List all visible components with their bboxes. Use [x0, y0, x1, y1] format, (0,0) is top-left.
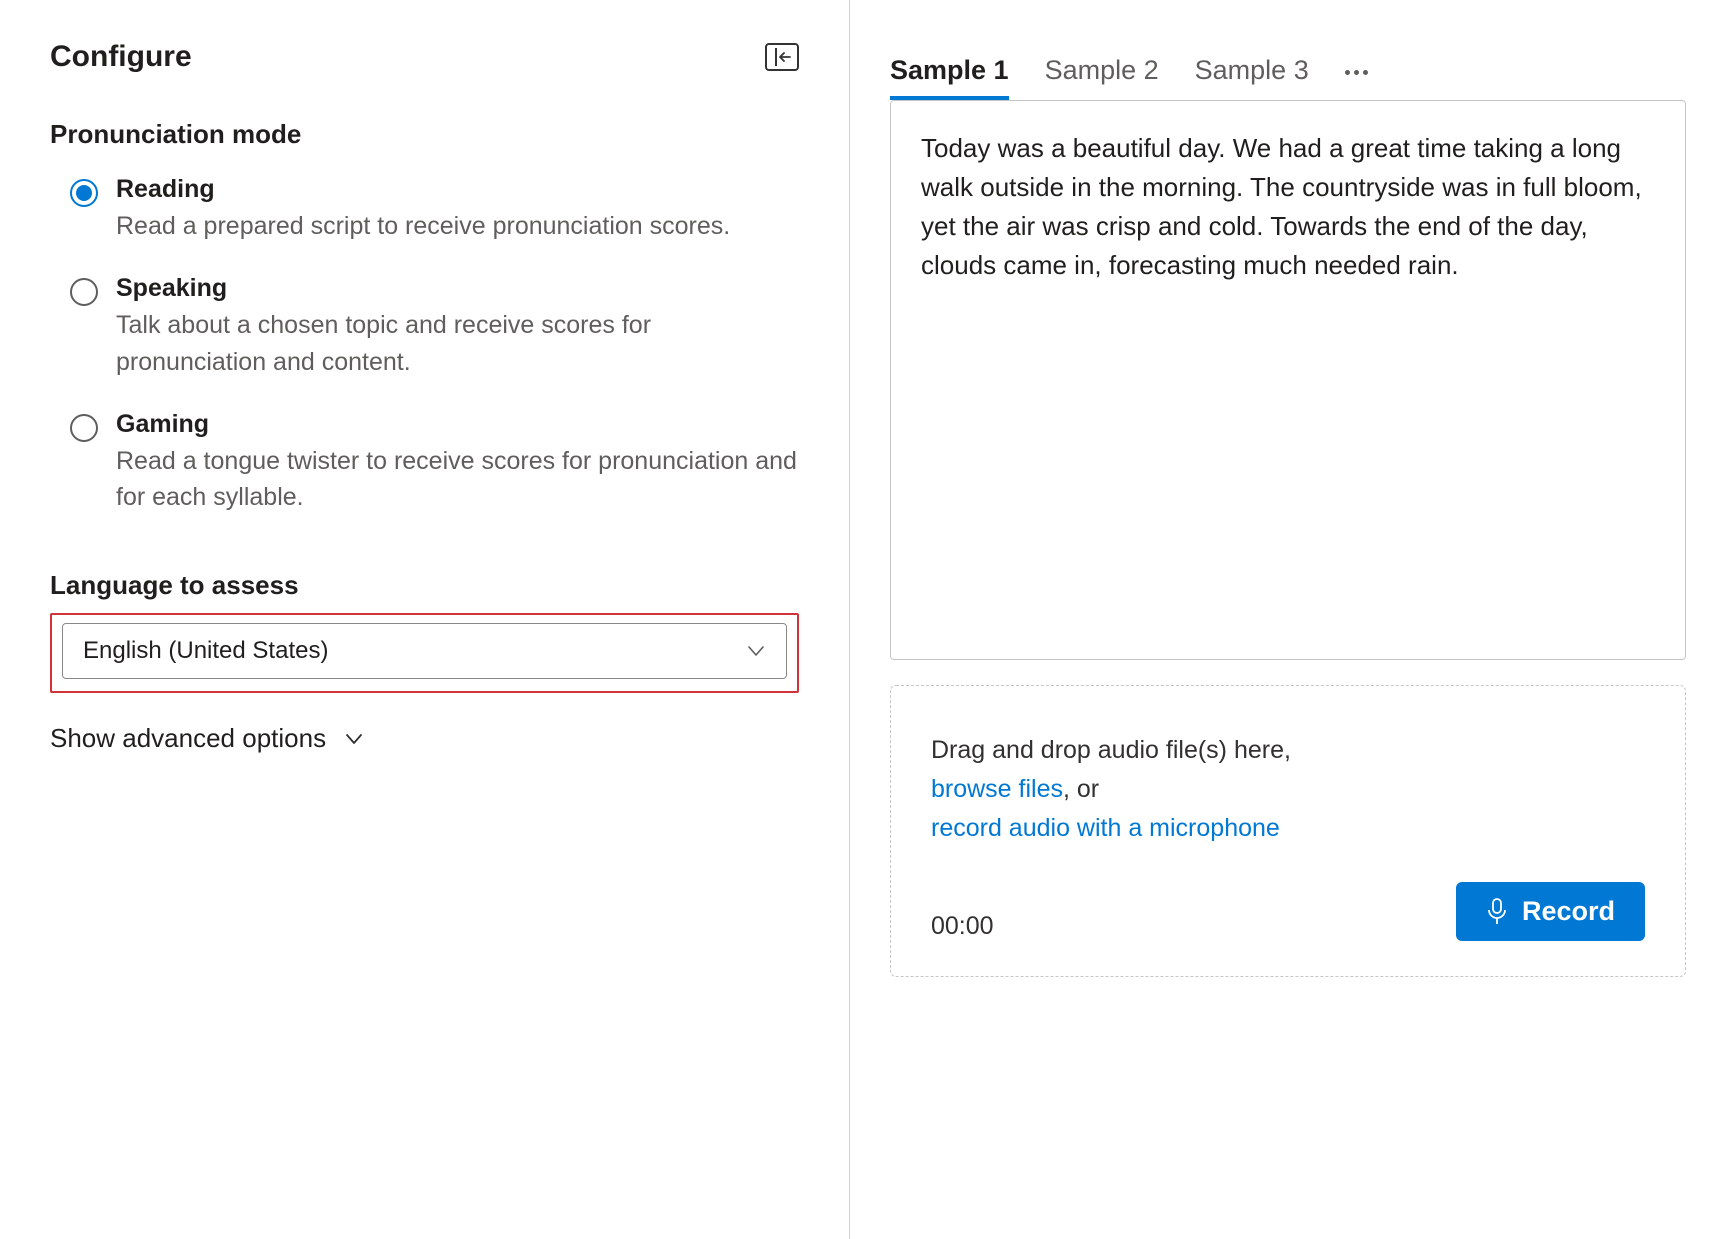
- language-label: Language to assess: [50, 570, 799, 601]
- sample-text-box[interactable]: Today was a beautiful day. We had a grea…: [890, 100, 1686, 660]
- upload-bottom-row: 00:00 Record: [931, 882, 1645, 941]
- radio-icon: [70, 414, 98, 442]
- browse-files-link[interactable]: browse files: [931, 775, 1063, 803]
- language-highlight-box: English (United States): [50, 613, 799, 693]
- sample-panel: Sample 1 Sample 2 Sample 3 Today was a b…: [850, 0, 1726, 1239]
- mode-speaking-desc: Talk about a chosen topic and receive sc…: [116, 307, 799, 380]
- mode-gaming-desc: Read a tongue twister to receive scores …: [116, 443, 799, 516]
- mode-gaming-label: Gaming: [116, 410, 799, 439]
- configure-title: Configure: [50, 40, 192, 74]
- chevron-down-icon: [746, 641, 766, 661]
- configure-panel: Configure Pronunciation mode Reading Rea…: [0, 0, 850, 1239]
- sample-tabs: Sample 1 Sample 2 Sample 3: [890, 55, 1686, 100]
- language-value: English (United States): [83, 637, 328, 665]
- record-audio-link[interactable]: record audio with a microphone: [931, 814, 1280, 842]
- tab-sample-3[interactable]: Sample 3: [1195, 55, 1309, 100]
- upload-prefix: Drag and drop audio file(s) here,: [931, 736, 1291, 764]
- tab-sample-1[interactable]: Sample 1: [890, 55, 1009, 100]
- collapse-panel-icon[interactable]: [765, 43, 799, 71]
- upload-mid: , or: [1063, 775, 1099, 803]
- configure-header: Configure: [50, 40, 799, 74]
- mode-reading[interactable]: Reading Read a prepared script to receiv…: [70, 175, 799, 244]
- mode-speaking[interactable]: Speaking Talk about a chosen topic and r…: [70, 274, 799, 380]
- microphone-icon: [1486, 898, 1508, 926]
- upload-instructions: Drag and drop audio file(s) here, browse…: [931, 731, 1291, 847]
- mode-reading-label: Reading: [116, 175, 799, 204]
- language-select[interactable]: English (United States): [62, 623, 787, 679]
- mode-speaking-label: Speaking: [116, 274, 799, 303]
- recording-timer: 00:00: [931, 912, 994, 941]
- pronunciation-mode-heading: Pronunciation mode: [50, 119, 799, 150]
- mode-reading-desc: Read a prepared script to receive pronun…: [116, 208, 799, 244]
- record-button[interactable]: Record: [1456, 882, 1645, 941]
- tab-sample-2[interactable]: Sample 2: [1045, 55, 1159, 100]
- language-section: Language to assess English (United State…: [50, 570, 799, 693]
- upload-dropzone[interactable]: Drag and drop audio file(s) here, browse…: [890, 685, 1686, 977]
- pronunciation-mode-group: Reading Read a prepared script to receiv…: [50, 175, 799, 515]
- chevron-down-icon: [344, 729, 364, 749]
- radio-icon: [70, 179, 98, 207]
- mode-gaming[interactable]: Gaming Read a tongue twister to receive …: [70, 410, 799, 516]
- record-button-label: Record: [1522, 896, 1615, 927]
- advanced-options-label: Show advanced options: [50, 723, 326, 754]
- show-advanced-options[interactable]: Show advanced options: [50, 723, 799, 754]
- radio-icon: [70, 278, 98, 306]
- tab-more-icon[interactable]: [1345, 70, 1368, 85]
